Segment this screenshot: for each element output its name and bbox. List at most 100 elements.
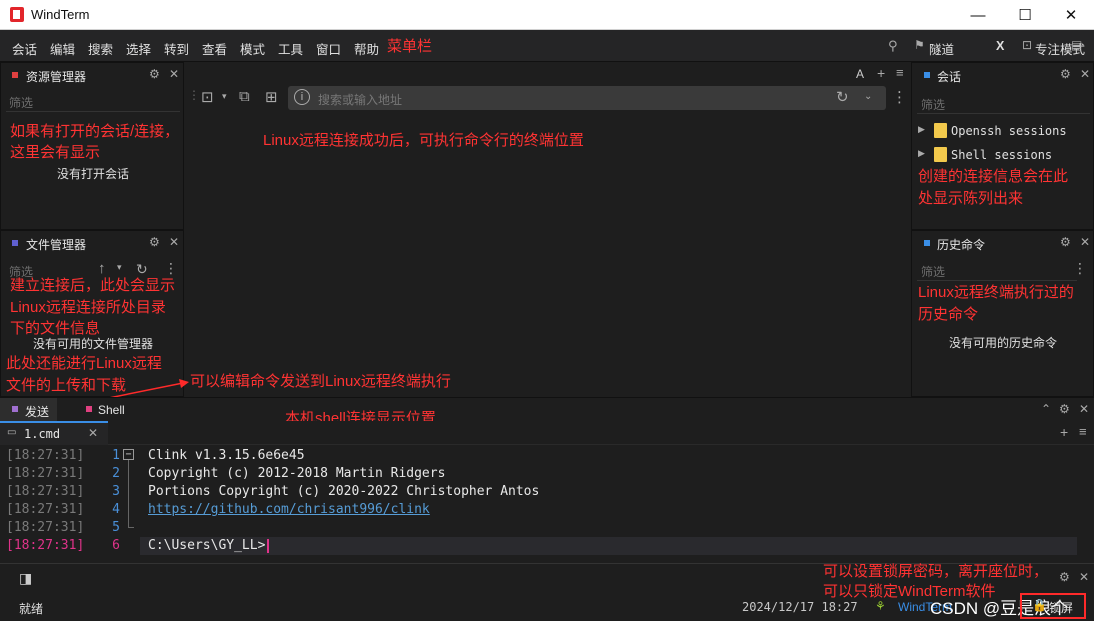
menu-bar: 会话 编辑 搜索 选择 转到 查看 模式 工具 窗口 帮助 菜单栏 ⚲ ⚑ 隧道…: [0, 30, 1094, 62]
close-icon[interactable]: ✕: [169, 235, 179, 249]
tab-send-label: 发送: [25, 405, 50, 419]
close-icon[interactable]: ✕: [1080, 235, 1090, 249]
gear-icon[interactable]: ⚙: [149, 67, 160, 81]
explorer-filter-input[interactable]: 筛选: [9, 94, 33, 111]
close-icon[interactable]: ✕: [88, 426, 98, 440]
address-input[interactable]: 搜索或输入地址: [318, 91, 402, 108]
sessions-filter-input[interactable]: 筛选: [921, 96, 945, 113]
menu-select[interactable]: 选择: [126, 39, 151, 58]
menu-icon[interactable]: ≡: [1079, 424, 1087, 439]
terminal-area[interactable]: A + ≡: [184, 62, 911, 397]
gear-icon[interactable]: ⚙: [1059, 570, 1070, 584]
sessions-title: 会话: [937, 70, 962, 84]
close-icon[interactable]: ✕: [1079, 402, 1089, 416]
sessions-marker-icon: [924, 72, 930, 78]
more-icon[interactable]: ⋮: [892, 88, 907, 106]
terminal-line: Portions Copyright (c) 2020-2022 Christo…: [148, 484, 540, 499]
tab-shell[interactable]: Shell: [80, 398, 140, 422]
line-number: 3: [112, 484, 120, 499]
open-session-icon[interactable]: ⧉: [239, 88, 250, 105]
plus-icon[interactable]: +: [1060, 424, 1068, 440]
status-ready: 就绪: [19, 602, 44, 616]
file-manager-panel: 文件管理器 ⚙ ✕ 筛选 ↑ ▾ ↻ ⋮ 建立连接后，此处会显示 Linux远程…: [0, 230, 184, 397]
drag-handle-icon[interactable]: ⋮: [188, 88, 200, 102]
close-icon[interactable]: ✕: [1080, 67, 1090, 81]
menu-edit[interactable]: 编辑: [50, 39, 75, 58]
current-line-highlight: [140, 537, 1077, 555]
reload-icon[interactable]: ↻: [836, 88, 849, 106]
shell-terminal[interactable]: [18:27:31] 1 − Clink v1.3.15.6e6e45 [18:…: [0, 445, 1094, 563]
gear-icon[interactable]: ⚙: [1059, 402, 1070, 416]
new-session-icon[interactable]: ⊡: [201, 88, 214, 106]
tunnel-button[interactable]: 隧道: [929, 39, 954, 58]
menu-window[interactable]: 窗口: [316, 39, 341, 58]
timestamp: [18:27:31]: [6, 466, 85, 481]
divider: [917, 280, 1077, 281]
timestamp: [18:27:31]: [6, 520, 85, 535]
tab-1cmd[interactable]: ▭ 1.cmd ✕: [0, 421, 108, 445]
menu-view[interactable]: 查看: [202, 39, 227, 58]
terminal-link[interactable]: https://github.com/chrisant996/clink: [148, 501, 430, 519]
explorer-empty-text: 没有打开会话: [57, 167, 130, 181]
search-icon[interactable]: ⚲: [888, 38, 898, 54]
file-manager-empty-text: 没有可用的文件管理器: [33, 337, 154, 351]
send-command-icon[interactable]: ◨: [19, 570, 32, 587]
terminal-line: Clink v1.3.15.6e6e45: [148, 448, 305, 463]
line-number: 1: [112, 448, 120, 463]
tab-send[interactable]: 发送: [0, 398, 57, 422]
chevron-up-icon[interactable]: ⌃: [1041, 402, 1051, 416]
session-group-openssh[interactable]: ▶ Openssh sessions: [916, 123, 1091, 141]
menu-mode[interactable]: 模式: [240, 39, 265, 58]
close-button[interactable]: ✕: [1048, 0, 1094, 30]
layout-icon[interactable]: ▤: [1071, 38, 1082, 52]
duplicate-session-icon[interactable]: ⊞: [265, 88, 278, 106]
history-empty-text: 没有可用的历史命令: [949, 336, 1058, 350]
chevron-down-icon[interactable]: ⌄: [864, 91, 872, 102]
font-size-button[interactable]: A: [856, 67, 864, 81]
line-number: 4: [112, 502, 120, 517]
menu-search[interactable]: 搜索: [88, 39, 113, 58]
terminal-cursor: [267, 539, 269, 553]
address-bar: i 搜索或输入地址 ↻ ⌄: [288, 86, 886, 110]
x-button[interactable]: X: [996, 39, 1004, 53]
fold-guide-end: [128, 527, 134, 528]
fold-icon[interactable]: −: [123, 449, 134, 460]
menu-icon[interactable]: ≡: [896, 65, 904, 80]
lock-screen-button[interactable]: 🔒 锁屏: [1020, 593, 1086, 619]
fold-guide: [128, 460, 129, 528]
shell-marker-icon: [86, 406, 92, 412]
history-marker-icon: [924, 240, 930, 246]
gear-icon[interactable]: ⚙: [1060, 235, 1071, 249]
close-icon[interactable]: ✕: [1079, 570, 1089, 584]
close-icon[interactable]: ✕: [169, 67, 179, 81]
session-group-shell[interactable]: ▶ Shell sessions: [916, 147, 1091, 165]
status-bar: 就绪 可以只锁定WindTerm软件 2024/12/17 18:27 ⚘ Wi…: [0, 583, 1094, 621]
menu-help[interactable]: 帮助: [354, 39, 379, 58]
window-title: WindTerm: [31, 7, 90, 22]
terminal-prompt[interactable]: C:\Users\GY_LL>: [148, 537, 265, 555]
divider: [6, 111, 180, 112]
gear-icon[interactable]: ⚙: [149, 235, 160, 249]
timestamp: [18:27:31]: [6, 502, 85, 517]
minimize-button[interactable]: —: [955, 0, 1001, 30]
maximize-button[interactable]: ☐: [1002, 0, 1048, 30]
history-filter-input[interactable]: 筛选: [921, 263, 945, 280]
menu-goto[interactable]: 转到: [164, 39, 189, 58]
timestamp-current: [18:27:31]: [6, 538, 85, 553]
folder-icon: [934, 123, 947, 138]
send-annotation: 可以编辑命令发送到Linux远程终端执行: [190, 373, 451, 390]
plus-icon[interactable]: +: [877, 65, 885, 81]
chevron-down-icon[interactable]: ▾: [222, 91, 227, 102]
focus-mode-icon: ⊡: [1022, 38, 1033, 52]
lock-icon: 🔒: [1032, 598, 1047, 612]
more-icon[interactable]: ⋮: [1073, 260, 1087, 277]
menu-tools[interactable]: 工具: [278, 39, 303, 58]
explorer-annotation-1: 如果有打开的会话/连接，: [10, 123, 180, 140]
chevron-down-icon[interactable]: ▾: [117, 262, 122, 273]
sessions-annotation-1: 创建的连接信息会在此: [918, 168, 1069, 185]
file-annotation-4: 此处还能进行Linux远程: [6, 355, 162, 372]
timestamp: [18:27:31]: [6, 448, 85, 463]
gear-icon[interactable]: ⚙: [1060, 67, 1071, 81]
menu-session[interactable]: 会话: [12, 39, 37, 58]
windterm-logo-icon: [10, 7, 24, 22]
